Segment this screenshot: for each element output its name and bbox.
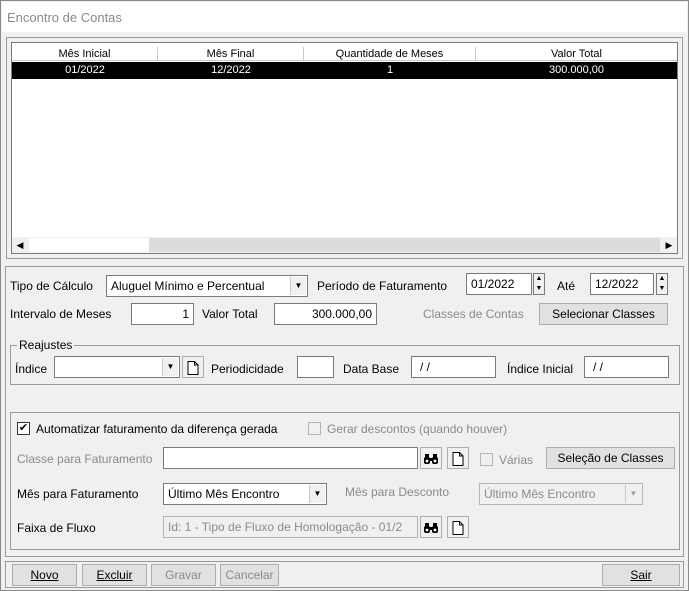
encontro-de-contas-window: Encontro de Contas Mês Inicial Mês Final… <box>0 0 689 591</box>
scroll-track[interactable] <box>149 238 660 252</box>
periodicidade-field[interactable] <box>297 356 334 378</box>
chevron-down-icon[interactable]: ▼ <box>625 485 641 503</box>
chevron-down-icon[interactable]: ▼ <box>162 358 178 376</box>
scroll-right-icon[interactable]: ▶ <box>661 237 677 253</box>
data-base-field[interactable]: / / <box>411 356 496 378</box>
indice-label: Índice <box>15 362 48 376</box>
cancelar-label: Cancelar <box>225 568 274 582</box>
cell-mes-final: 12/2022 <box>211 64 251 76</box>
periodicidade-label: Periodicidade <box>211 362 284 376</box>
ate-label: Até <box>557 279 576 293</box>
grid-header: Mês Inicial Mês Final Quantidade de Mese… <box>12 47 677 61</box>
document-icon <box>452 451 464 466</box>
periodo-faturamento-label: Período de Faturamento <box>317 279 448 293</box>
data-base-label: Data Base <box>343 362 400 376</box>
intervalo-meses-label: Intervalo de Meses <box>10 307 112 321</box>
gravar-label: Gravar <box>165 568 202 582</box>
document-icon <box>187 360 199 375</box>
sair-label: Sair <box>630 568 652 582</box>
faixa-fluxo-field[interactable]: Id: 1 - Tipo de Fluxo de Homologação - 0… <box>163 516 418 538</box>
periodo-ate-field[interactable]: 12/2022 <box>590 273 654 295</box>
binoculars-icon <box>424 522 438 533</box>
faixa-fluxo-label: Faixa de Fluxo <box>17 521 96 535</box>
classe-faturamento-label: Classe para Faturamento <box>17 452 153 466</box>
mes-faturamento-select[interactable]: Último Mês Encontro ▼ <box>163 483 327 505</box>
mes-desconto-select[interactable]: Último Mês Encontro ▼ <box>479 483 643 505</box>
binoculars-icon <box>424 453 438 464</box>
scroll-left-icon[interactable]: ◀ <box>12 237 28 253</box>
mes-desconto-value: Último Mês Encontro <box>484 487 596 501</box>
novo-label: Novo <box>30 568 59 582</box>
excluir-button[interactable]: Excluir <box>82 564 147 586</box>
grid-panel: Mês Inicial Mês Final Quantidade de Mese… <box>6 37 683 259</box>
faixa-search-button[interactable] <box>420 516 442 538</box>
reajustes-title: Reajustes <box>17 338 75 352</box>
col-mes-inicial[interactable]: Mês Inicial <box>12 47 158 61</box>
periodo-de-spinner[interactable]: ▲ ▼ <box>533 273 545 295</box>
selecionar-classes-button[interactable]: Selecionar Classes <box>539 303 668 325</box>
mes-faturamento-value: Último Mês Encontro <box>168 487 280 501</box>
col-valor-total[interactable]: Valor Total <box>476 47 677 61</box>
classe-faturamento-field[interactable] <box>163 447 418 469</box>
tipo-calculo-select[interactable]: Aluguel Mínimo e Percentual ▼ <box>106 275 308 297</box>
novo-button[interactable]: Novo <box>12 564 77 586</box>
periodo-de-field[interactable]: 01/2022 <box>466 273 532 295</box>
document-icon <box>452 520 464 535</box>
excluir-label: Excluir <box>96 568 133 582</box>
valor-total-field[interactable]: 300.000,00 <box>274 303 377 325</box>
intervalo-meses-field[interactable]: 1 <box>131 303 194 325</box>
periodo-ate-spinner[interactable]: ▲ ▼ <box>656 273 668 295</box>
sair-button[interactable]: Sair <box>602 564 680 586</box>
scroll-thumb[interactable] <box>29 238 149 252</box>
window-title: Encontro de Contas <box>2 2 687 32</box>
cell-valor-total: 300.000,00 <box>548 64 605 76</box>
table-row[interactable]: 01/2022 12/2022 1 300.000,00 <box>12 62 677 79</box>
varias-checkbox[interactable] <box>480 453 493 466</box>
classe-new-button[interactable] <box>447 447 469 469</box>
selecao-classes-button[interactable]: Seleção de Classes <box>546 447 675 469</box>
automatizar-label: Automatizar faturamento da diferença ger… <box>36 422 278 436</box>
mes-desconto-label: Mês para Desconto <box>345 485 450 499</box>
tipo-calculo-label: Tipo de Cálculo <box>10 279 93 293</box>
classe-search-button[interactable] <box>420 447 442 469</box>
indice-select[interactable]: ▼ <box>54 356 180 378</box>
col-quantidade-meses[interactable]: Quantidade de Meses <box>304 47 476 61</box>
indice-inicial-field[interactable]: / / <box>584 356 669 378</box>
automatizar-checkbox[interactable]: ✔ <box>17 422 30 435</box>
classes-contas-label: Classes de Contas <box>423 307 524 321</box>
cell-mes-inicial: 01/2022 <box>65 64 105 76</box>
button-bar: Novo Excluir Gravar Cancelar Sair <box>5 561 684 588</box>
cancelar-button[interactable]: Cancelar <box>220 564 279 586</box>
chevron-down-icon[interactable]: ▼ <box>290 277 306 295</box>
gravar-button[interactable]: Gravar <box>151 564 216 586</box>
indice-inicial-label: Índice Inicial <box>507 362 574 376</box>
results-grid[interactable]: Mês Inicial Mês Final Quantidade de Mese… <box>11 42 678 254</box>
col-mes-final[interactable]: Mês Final <box>158 47 304 61</box>
gerar-descontos-checkbox[interactable] <box>308 422 321 435</box>
cell-quantidade: 1 <box>386 64 394 76</box>
valor-total-label: Valor Total <box>202 307 258 321</box>
main-form-panel: Tipo de Cálculo Aluguel Mínimo e Percent… <box>5 266 684 557</box>
chevron-down-icon[interactable]: ▼ <box>309 485 325 503</box>
tipo-calculo-value: Aluguel Mínimo e Percentual <box>111 279 265 293</box>
faixa-new-button[interactable] <box>447 516 469 538</box>
varias-label: Várias <box>499 453 534 467</box>
mes-faturamento-label: Mês para Faturamento <box>17 487 139 501</box>
horizontal-scrollbar[interactable]: ◀ ▶ <box>12 237 677 253</box>
gerar-descontos-label: Gerar descontos (quando houver) <box>327 422 508 436</box>
indice-new-button[interactable] <box>182 356 204 378</box>
